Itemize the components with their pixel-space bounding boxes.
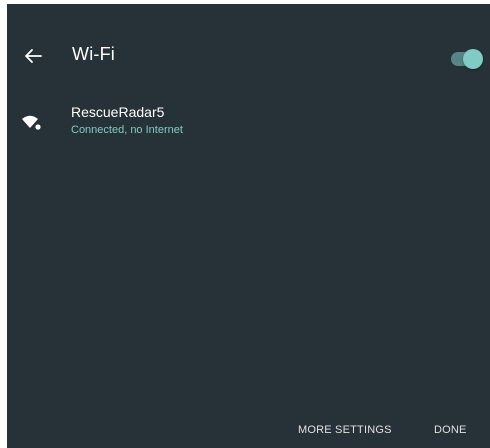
arrow-back-icon — [21, 44, 45, 68]
network-name: RescueRadar5 — [71, 104, 165, 120]
wifi-panel: Wi-Fi RescueRadar5 Connected, no Interne… — [7, 4, 490, 448]
wifi-header: Wi-Fi — [7, 4, 490, 96]
done-button[interactable]: DONE — [434, 424, 467, 436]
page-title: Wi-Fi — [72, 44, 115, 64]
network-status: Connected, no Internet — [71, 124, 183, 136]
back-button[interactable] — [21, 44, 45, 68]
wifi-toggle[interactable] — [451, 48, 483, 70]
more-settings-button[interactable]: MORE SETTINGS — [298, 424, 392, 436]
toggle-thumb — [463, 49, 483, 69]
network-list-item[interactable]: RescueRadar5 Connected, no Internet — [7, 96, 490, 152]
wifi-no-internet-icon — [21, 114, 43, 132]
dialog-actions: MORE SETTINGS DONE — [7, 410, 490, 448]
